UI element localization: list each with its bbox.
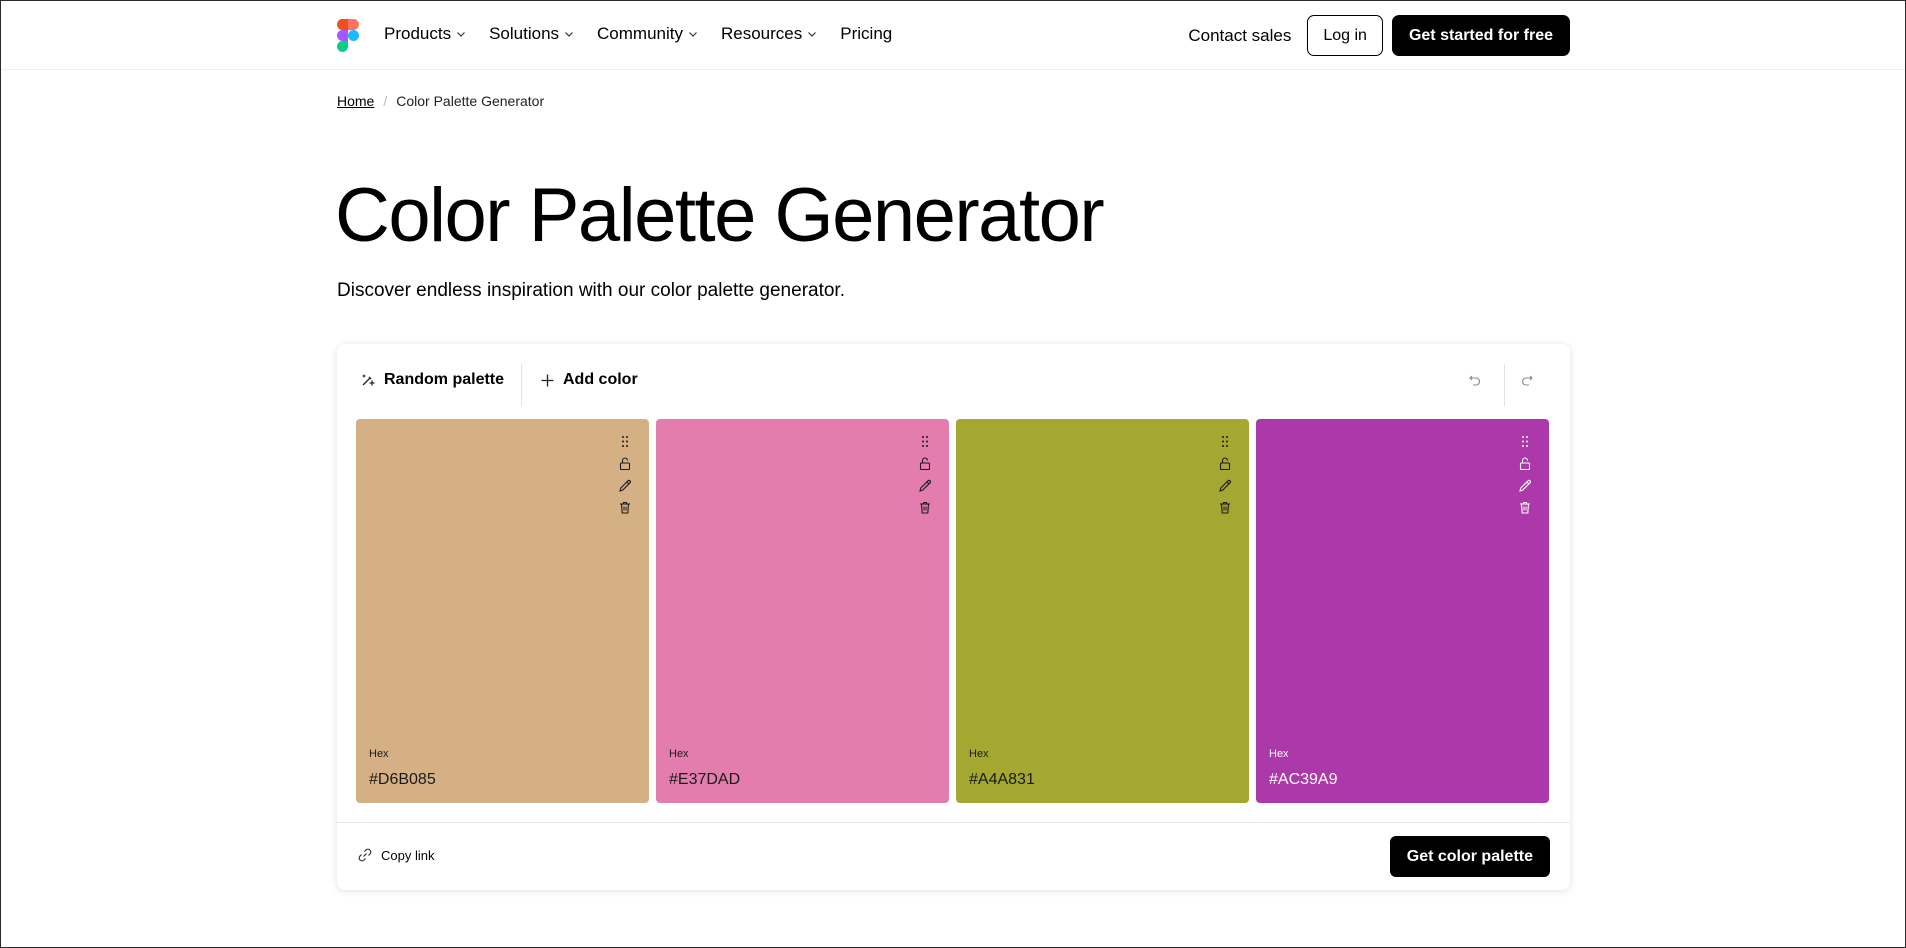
toolbar-divider [521,364,522,406]
chevron-down-icon [565,32,573,37]
page-title: Color Palette Generator [335,173,1105,258]
nav-item-label: Community [597,24,683,43]
color-swatch[interactable]: Hex #A4A831 [956,419,1249,803]
drag-handle-icon[interactable] [1517,433,1533,450]
edit-pencil-icon[interactable] [1517,477,1533,494]
palette-toolbar: Random palette Add color [337,344,1570,420]
random-palette-button[interactable]: Random palette [360,364,504,396]
plus-icon [541,374,554,386]
hex-label: Hex [369,748,389,760]
color-swatch[interactable]: Hex #D6B085 [356,419,649,803]
breadcrumb-home-link[interactable]: Home [337,93,374,109]
nav-item-community[interactable]: Community [597,24,698,44]
chevron-down-icon [689,32,697,37]
unlock-icon[interactable] [917,455,933,472]
swatch-actions [1517,433,1533,516]
hex-label: Hex [1269,748,1289,760]
undo-icon[interactable] [1468,373,1482,387]
trash-icon[interactable] [1517,499,1533,516]
unlock-icon[interactable] [1517,455,1533,472]
chevron-down-icon [457,32,466,37]
swatch-row: Hex #D6B085 Hex #E37DAD Hex #A4A831 Hex … [356,419,1551,803]
trash-icon[interactable] [617,499,633,516]
hex-value[interactable]: #E37DAD [669,771,740,789]
hex-label: Hex [669,748,689,760]
edit-pencil-icon[interactable] [917,477,933,494]
edit-pencil-icon[interactable] [1217,477,1233,494]
drag-handle-icon[interactable] [617,433,633,450]
breadcrumb-current: Color Palette Generator [396,93,545,109]
color-swatch[interactable]: Hex #E37DAD [656,419,949,803]
trash-icon[interactable] [1217,499,1233,516]
hex-label: Hex [969,748,989,760]
breadcrumb: Home / Color Palette Generator [337,93,544,109]
nav-actions: Contact sales Log in Get started for fre… [1188,15,1570,56]
add-color-button[interactable]: Add color [540,364,638,396]
hex-value[interactable]: #A4A831 [969,771,1035,789]
nav-links: Products Solutions Community Resources P… [384,24,915,44]
get-started-button[interactable]: Get started for free [1391,15,1570,56]
unlock-icon[interactable] [617,455,633,472]
random-palette-label: Random palette [384,371,505,388]
nav-item-label: Resources [721,24,803,43]
figma-logo-icon[interactable] [337,19,359,52]
chevron-down-icon [808,32,817,37]
drag-handle-icon[interactable] [917,433,933,450]
toolbar-divider [1504,364,1505,406]
nav-item-resources[interactable]: Resources [721,24,817,44]
color-swatch[interactable]: Hex #AC39A9 [1256,419,1549,803]
contact-sales-link[interactable]: Contact sales [1188,26,1291,46]
nav-item-products[interactable]: Products [384,24,466,44]
nav-item-label: Pricing [840,24,893,43]
edit-pencil-icon[interactable] [617,477,633,494]
nav-item-label: Products [384,24,452,43]
link-icon [358,848,372,862]
copy-link-label: Copy link [381,847,435,863]
nav-item-pricing[interactable]: Pricing [840,24,892,44]
redo-icon[interactable] [1520,373,1534,387]
hex-value[interactable]: #D6B085 [369,771,436,789]
top-nav: Products Solutions Community Resources P… [0,0,1906,70]
shuffle-sparkle-icon [362,374,376,387]
nav-item-solutions[interactable]: Solutions [489,24,574,44]
palette-card: Random palette Add color Hex #D6B085 Hex… [337,344,1570,890]
swatch-actions [917,433,933,516]
swatch-actions [617,433,633,516]
get-color-palette-button[interactable]: Get color palette [1389,836,1550,877]
hex-value[interactable]: #AC39A9 [1269,771,1338,789]
palette-footer: Copy link Get color palette [337,822,1570,890]
login-button[interactable]: Log in [1307,15,1383,56]
swatch-actions [1217,433,1233,516]
copy-link-button[interactable]: Copy link [357,847,434,863]
breadcrumb-separator: / [383,93,388,109]
add-color-label: Add color [563,371,638,388]
trash-icon[interactable] [917,499,933,516]
unlock-icon[interactable] [1217,455,1233,472]
nav-item-label: Solutions [489,24,560,43]
drag-handle-icon[interactable] [1217,433,1233,450]
page-subtitle: Discover endless inspiration with our co… [337,280,845,301]
